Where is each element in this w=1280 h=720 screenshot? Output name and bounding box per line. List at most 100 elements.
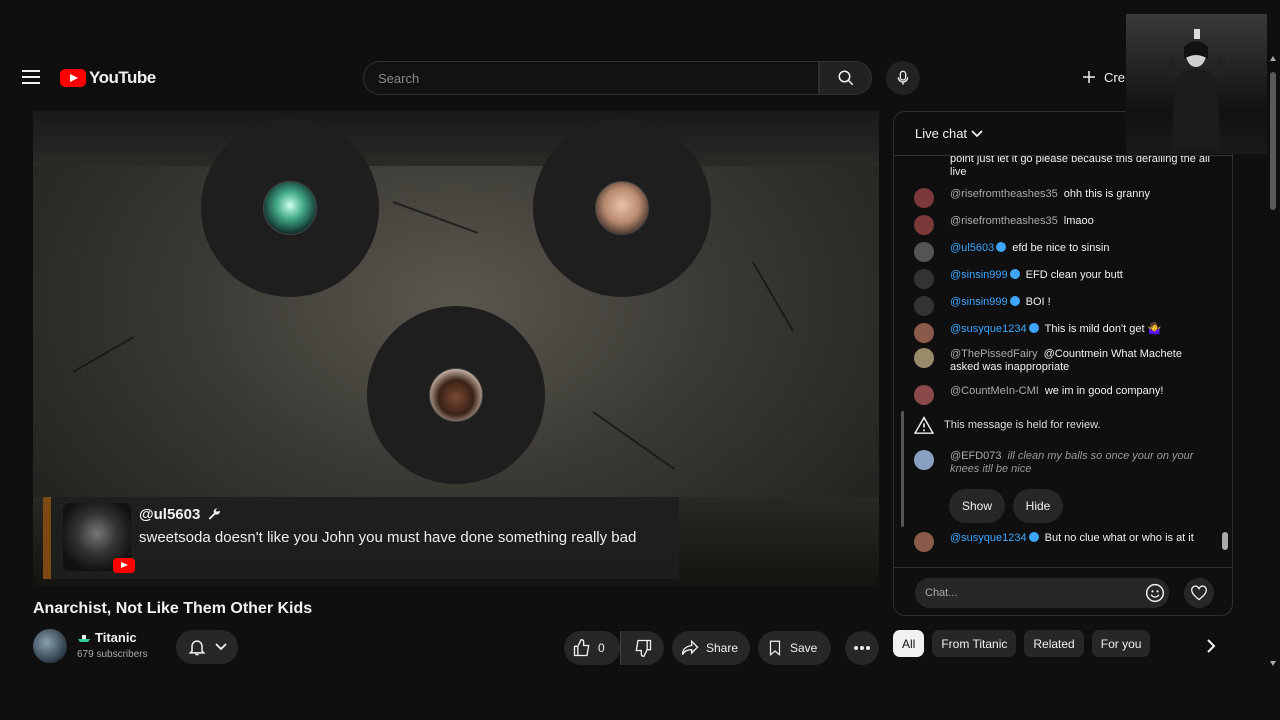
channel-avatar[interactable] — [33, 629, 67, 663]
chevron-down-icon — [971, 129, 983, 137]
create-button[interactable]: Cre — [1080, 68, 1125, 86]
search-icon — [838, 70, 853, 86]
chat-avatar — [914, 242, 934, 262]
bookmark-icon — [769, 640, 781, 657]
chat-author-name: @susyque1234 — [950, 323, 1027, 335]
heart-reaction-button[interactable] — [1184, 578, 1214, 608]
held-message-notice: This message is held for review. — [914, 416, 1101, 434]
live-chat-panel: Live chat point just let it go please be… — [893, 111, 1233, 616]
chat-message: @ul5603 efd be nice to sinsin — [914, 242, 1214, 262]
chat-input[interactable] — [915, 578, 1169, 608]
wall-crack — [392, 201, 478, 234]
plus-icon — [1083, 71, 1095, 83]
chip-for-you[interactable]: For you — [1091, 630, 1151, 657]
participant-avatar — [263, 181, 317, 235]
chat-author: @susyque1234 — [950, 532, 1039, 544]
chat-message-text: @ThePissedFairy @Countmein What Machete a… — [950, 348, 1214, 374]
page-scrollbar-thumb[interactable] — [1270, 72, 1276, 210]
chat-author-name: @susyque1234 — [950, 532, 1027, 544]
chip-from-channel[interactable]: From Titanic — [932, 630, 1017, 657]
chat-input-box[interactable] — [915, 578, 1169, 608]
chat-message: @susyque1234 But no clue what or who is a… — [914, 532, 1214, 552]
save-button[interactable]: Save — [758, 631, 831, 665]
chat-avatar — [914, 348, 934, 368]
chat-message-body: But no clue what or who is at it — [1044, 532, 1194, 544]
chat-message: @sinsin999 EFD clean your butt — [914, 269, 1214, 289]
chat-avatar — [914, 385, 934, 405]
chat-author: @sinsin999 — [950, 269, 1020, 289]
chat-message-text: @susyque1234 But no clue what or who is a… — [950, 532, 1194, 552]
scroll-down-arrow-icon[interactable] — [1270, 661, 1276, 666]
page-scrollbar[interactable] — [1268, 56, 1278, 666]
overlay-message: sweetsoda doesn't like you John you must… — [139, 529, 637, 546]
chat-author-name: @sinsin999 — [950, 296, 1008, 308]
picture-in-picture-video[interactable] — [1126, 14, 1267, 154]
youtube-logo-icon — [60, 69, 86, 87]
chat-author: @CountMeIn-CMI — [950, 385, 1039, 397]
overlay-avatar — [63, 503, 135, 573]
wall-crack — [72, 336, 135, 373]
chat-author: @risefromtheashes35 — [950, 188, 1058, 200]
member-badge-icon — [996, 242, 1007, 252]
more-horizontal-icon — [854, 646, 870, 650]
channel-name-link[interactable]: Titanic — [77, 630, 137, 645]
chat-message-text: This is mild don't get 🤷‍♀️ — [1044, 323, 1162, 335]
participant-avatar — [595, 181, 649, 235]
chat-avatar — [914, 188, 934, 208]
chat-author-name: @ul5603 — [950, 242, 995, 254]
chat-author: @sinsin999 — [950, 296, 1020, 316]
search-button[interactable] — [819, 61, 872, 95]
hide-message-button[interactable]: Hide — [1013, 489, 1063, 523]
like-button[interactable]: 0 — [564, 631, 620, 665]
chevron-down-icon — [215, 643, 227, 651]
voice-search-button[interactable] — [886, 61, 920, 95]
chat-message-text: we im in good company! — [1044, 385, 1164, 397]
share-icon — [681, 639, 699, 655]
chevron-right-icon[interactable] — [1206, 638, 1216, 654]
chat-message: @risefromtheashes35 ohh this is granny — [914, 188, 1214, 208]
chat-author: @EFD073 — [950, 450, 1002, 462]
menu-icon[interactable] — [22, 70, 40, 84]
wrench-icon — [208, 507, 221, 520]
chat-scrollbar[interactable] — [1222, 158, 1228, 558]
chat-message-text: @EFD073 ill clean my balls so once your o… — [950, 450, 1214, 476]
thumbs-down-icon — [635, 639, 651, 658]
channel-name: Titanic — [95, 630, 137, 645]
chat-message-text: point just let it go please because this… — [950, 156, 1210, 178]
notification-bell-button[interactable] — [176, 630, 238, 664]
scroll-up-arrow-icon[interactable] — [1270, 56, 1276, 61]
share-button[interactable]: Share — [672, 631, 750, 665]
subscriber-count: 679 subscribers — [77, 649, 148, 660]
search-input[interactable] — [364, 62, 818, 94]
chat-message: point just let it go please because this… — [914, 156, 1214, 179]
chip-from-channel-label: From Titanic — [941, 636, 1008, 651]
member-badge-icon — [1009, 296, 1020, 306]
chip-related[interactable]: Related — [1024, 630, 1084, 657]
chat-scrollbar-thumb[interactable] — [1222, 532, 1228, 550]
dislike-button[interactable] — [620, 631, 664, 665]
youtube-logo[interactable]: YouTube — [60, 68, 156, 88]
ceiling — [33, 111, 879, 166]
like-count: 0 — [598, 641, 605, 655]
held-message-bar — [901, 411, 904, 527]
more-actions-button[interactable] — [845, 631, 879, 665]
youtube-badge-icon — [113, 558, 135, 573]
chip-all[interactable]: All — [893, 630, 925, 657]
chat-message: @risefromtheashes35 lmaoo — [914, 215, 1214, 235]
chat-avatar — [914, 450, 934, 470]
wall-crack — [752, 261, 794, 332]
thumbs-up-icon — [573, 638, 590, 657]
member-badge-icon — [1009, 269, 1020, 279]
chat-avatar — [914, 215, 934, 235]
chat-message-text: lmaoo — [1063, 215, 1094, 227]
ship-icon — [78, 634, 90, 642]
video-player[interactable]: @ul5603 sweetsoda doesn't like you John … — [33, 111, 879, 587]
chat-message: @CountMeIn-CMI we im in good company! — [914, 385, 1214, 405]
show-message-button[interactable]: Show — [949, 489, 1005, 523]
member-badge-icon — [1028, 323, 1039, 333]
search-box[interactable] — [363, 61, 819, 95]
chat-message: @sinsin999 BOI ! — [914, 296, 1214, 316]
masthead: YouTube Cre — [0, 50, 1280, 106]
warning-icon — [914, 416, 934, 434]
emoji-icon[interactable] — [1145, 583, 1165, 603]
